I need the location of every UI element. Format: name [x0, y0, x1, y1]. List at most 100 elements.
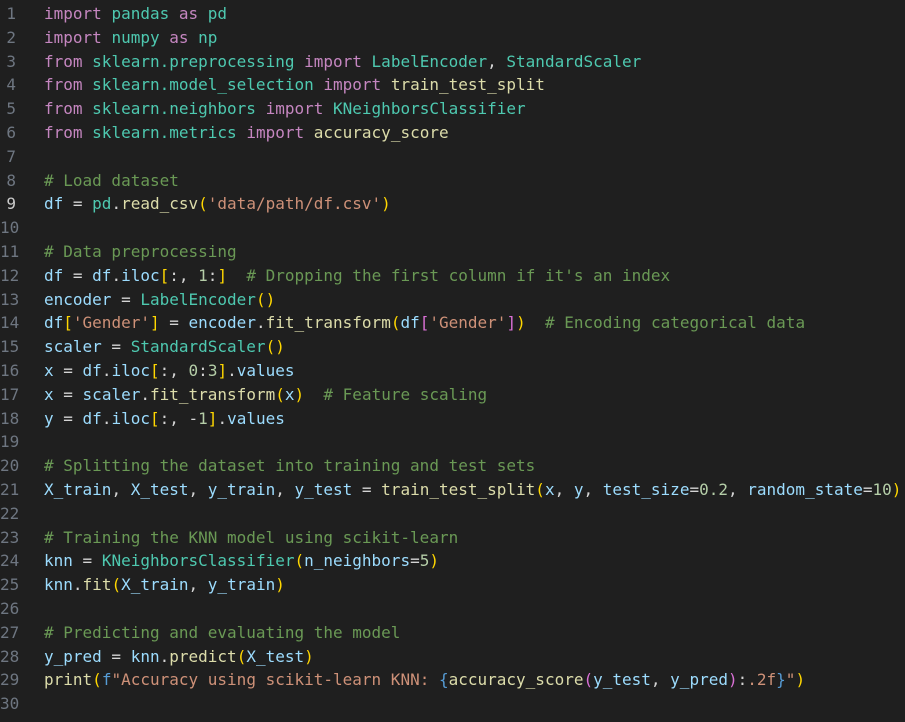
code-token: ): [429, 551, 439, 571]
code-line[interactable]: 25 knn.fit(X_train, y_train): [0, 573, 905, 597]
code-line[interactable]: 22: [0, 502, 905, 526]
code-token: import: [44, 4, 102, 23]
line-number: 19: [0, 432, 20, 452]
code-token: # Dropping the first column if it's an i…: [246, 265, 671, 285]
code-line[interactable]: 20 # Splitting the dataset into training …: [0, 454, 905, 478]
code-token: 1: [198, 408, 208, 428]
code-line[interactable]: 7: [0, 145, 905, 169]
code-token: df: [44, 313, 64, 333]
code-line[interactable]: 1 import pandas as pd: [0, 2, 905, 26]
code-token: import: [265, 99, 324, 119]
code-line[interactable]: 2 import numpy as np: [0, 26, 905, 50]
line-number: 6: [6, 123, 16, 142]
code-text: from sklearn.neighbors import KNeighbors…: [44, 97, 526, 121]
code-token: ,: [650, 670, 671, 690]
code-text: # Predicting and evaluating the model: [44, 621, 400, 645]
code-token: 'Gender': [72, 313, 150, 333]
code-token: x: [284, 384, 295, 404]
code-line[interactable]: 12 df = df.iloc[:, 1:] # Dropping the fir…: [0, 264, 905, 288]
code-line[interactable]: 9 df = pd.read_csv('data/path/df.csv'): [0, 192, 905, 216]
code-token: numpy: [111, 27, 160, 47]
code-editor[interactable]: 1 import pandas as pd 2 import numpy as np 3…: [0, 0, 905, 722]
line-number: 5: [6, 99, 16, 119]
code-line[interactable]: 21 X_train, X_test, y_train, y_test = tra…: [0, 478, 905, 502]
code-line[interactable]: 17 x = scaler.fit_transform(x) # Feature …: [0, 383, 905, 407]
code-token: (: [583, 670, 594, 690]
code-token: .: [255, 313, 266, 333]
code-line[interactable]: 3 from sklearn.preprocessing import Label…: [0, 50, 905, 74]
code-token: predict: [169, 646, 237, 666]
code-text: x = df.iloc[:, 0:3].values: [44, 359, 295, 383]
code-token: y_train: [207, 575, 276, 595]
line-number: 30: [0, 694, 20, 714]
code-line[interactable]: 29 print(f"Accuracy using scikit-learn KN…: [0, 668, 905, 692]
code-token: =: [352, 480, 382, 499]
code-line[interactable]: 15 scaler = StandardScaler(): [0, 335, 905, 359]
code-line[interactable]: 28 y_pred = knn.predict(X_test): [0, 645, 905, 669]
code-line[interactable]: 23 # Training the KNN model using scikit-…: [0, 526, 905, 550]
code-token: fit_transform: [149, 384, 276, 404]
code-token: 1: [198, 265, 208, 285]
code-token: import: [304, 51, 362, 71]
code-token: ): [304, 646, 314, 666]
line-number: 8: [6, 170, 16, 190]
code-line[interactable]: 11 # Data preprocessing: [0, 240, 905, 264]
code-token: =: [410, 551, 420, 571]
code-line[interactable]: 4 from sklearn.model_selection import tra…: [0, 73, 905, 97]
line-number: 16: [0, 361, 20, 380]
code-token: values: [236, 361, 295, 380]
code-token: (: [111, 575, 122, 595]
code-token: n_neighbors: [304, 551, 411, 571]
code-token: sklearn.metrics: [92, 123, 237, 142]
code-token: =: [63, 194, 93, 214]
line-number: 12: [0, 265, 20, 285]
code-token: values: [227, 408, 285, 428]
code-token: ]: [506, 313, 517, 333]
code-text: import pandas as pd: [44, 2, 227, 26]
code-token: =: [101, 337, 131, 357]
code-token: scaler: [82, 384, 141, 404]
code-token: .: [111, 265, 122, 285]
code-token: iloc: [111, 361, 150, 380]
code-line[interactable]: 6 from sklearn.metrics import accuracy_sc…: [0, 121, 905, 145]
code-line[interactable]: 14 df['Gender'] = encoder.fit_transform(d…: [0, 311, 905, 335]
code-line[interactable]: 27 # Predicting and evaluating the model: [0, 621, 905, 645]
code-token: 5: [419, 551, 430, 571]
code-token: StandardScaler: [506, 51, 642, 71]
code-line[interactable]: 5 from sklearn.neighbors import KNeighbor…: [0, 97, 905, 121]
code-token: scaler: [44, 337, 102, 357]
line-number: 10: [0, 218, 20, 238]
code-line[interactable]: 18 y = df.iloc[:, -1].values: [0, 407, 905, 431]
code-line[interactable]: 8 # Load dataset: [0, 169, 905, 193]
code-text: x = scaler.fit_transform(x) # Feature sc…: [44, 383, 487, 407]
code-line[interactable]: 16 x = df.iloc[:, 0:3].values: [0, 359, 905, 383]
code-line[interactable]: 24 knn = KNeighborsClassifier(n_neighbors…: [0, 549, 905, 573]
code-token: [: [159, 265, 170, 285]
code-token: as: [169, 27, 189, 47]
code-token: read_csv: [121, 194, 199, 214]
code-token: sklearn.preprocessing: [92, 51, 295, 71]
code-text: y_pred = knn.predict(X_test): [44, 645, 314, 669]
code-text: df = pd.read_csv('data/path/df.csv'): [44, 192, 391, 216]
line-number: 17: [0, 384, 20, 404]
code-token: .: [111, 194, 122, 214]
code-line[interactable]: 13 encoder = LabelEncoder(): [0, 288, 905, 312]
code-token: import: [323, 75, 382, 95]
code-token: (: [92, 670, 102, 690]
code-line[interactable]: 10: [0, 216, 905, 240]
code-token: ): [294, 384, 305, 404]
code-token: ]: [217, 361, 228, 380]
code-line[interactable]: 30: [0, 692, 905, 716]
code-token: =: [72, 551, 102, 571]
code-line[interactable]: 19: [0, 430, 905, 454]
code-line[interactable]: 26: [0, 597, 905, 621]
code-token: 0: [188, 361, 199, 380]
code-token: .: [140, 384, 150, 404]
code-token: "Accuracy using scikit-learn KNN:: [111, 670, 439, 690]
code-token: # Splitting the dataset into training an…: [44, 456, 536, 476]
code-text: # Load dataset: [44, 169, 179, 193]
